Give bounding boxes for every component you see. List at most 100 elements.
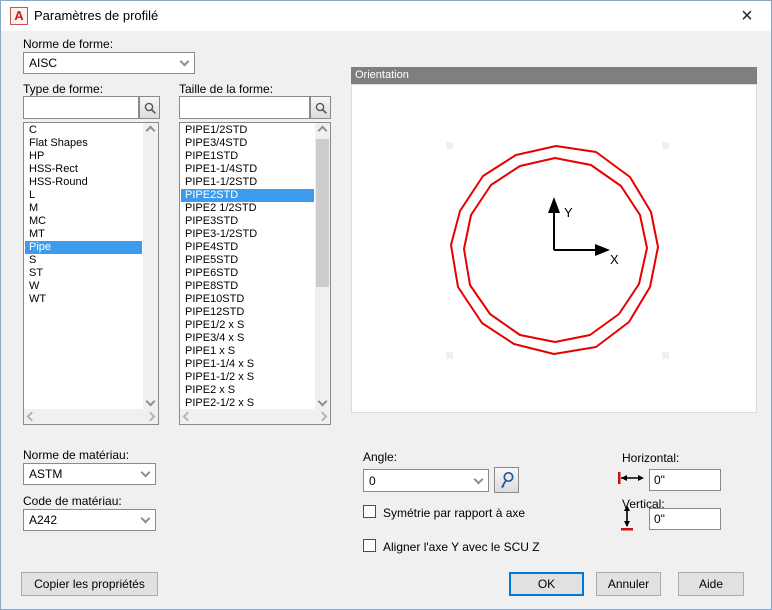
orientation-preview: Y X [351, 84, 757, 413]
copy-properties-button[interactable]: Copier les propriétés [21, 572, 158, 596]
shape-size-list: PIPE1/2STD PIPE3/4STD PIPE1STD PIPE1-1/4STD… [179, 122, 331, 425]
x-axis-arrow-icon [595, 244, 610, 256]
orientation-panel-header: Orientation [351, 67, 757, 84]
search-icon [315, 102, 327, 114]
horizontal-offset-input[interactable] [649, 469, 721, 491]
grip-square [662, 352, 669, 359]
scroll-down-icon[interactable] [145, 396, 156, 407]
search-icon [144, 102, 156, 114]
list-item[interactable]: PIPE3/4STD [181, 137, 314, 150]
horizontal-offset-label: Horizontal: [622, 451, 680, 465]
grip-square [662, 142, 669, 149]
list-item[interactable]: ST [25, 267, 142, 280]
shape-standard-label: Norme de forme: [23, 37, 114, 51]
pick-angle-button[interactable] [494, 467, 519, 493]
list-item[interactable]: C [25, 124, 142, 137]
horizontal-offset-icon [618, 472, 644, 484]
list-item[interactable]: PIPE1-1/2STD [181, 176, 314, 189]
list-item[interactable]: PIPE2 1/2STD [181, 202, 314, 215]
list-item[interactable]: PIPE5STD [181, 254, 314, 267]
material-standard-dropdown[interactable]: ASTM [23, 463, 156, 485]
scroll-down-icon[interactable] [317, 396, 328, 407]
y-axis-label: Y [564, 205, 573, 220]
chevron-down-icon [473, 474, 484, 484]
shape-size-items: PIPE1/2STD PIPE3/4STD PIPE1STD PIPE1-1/4STD… [181, 124, 314, 408]
list-item[interactable]: PIPE3STD [181, 215, 314, 228]
shape-type-horizontal-scrollbar[interactable] [24, 409, 158, 424]
shape-type-vertical-scrollbar[interactable] [143, 123, 158, 409]
material-standard-value: ASTM [29, 467, 63, 481]
close-icon[interactable]: × [735, 4, 759, 28]
grip-square [446, 352, 453, 359]
list-item[interactable]: Flat Shapes [25, 137, 142, 150]
autocad-app-icon: A [10, 7, 28, 25]
shape-size-label: Taille de la forme: [179, 82, 274, 96]
shape-type-search-button[interactable] [139, 96, 160, 119]
list-item[interactable]: MC [25, 215, 142, 228]
list-item[interactable]: PIPE4STD [181, 241, 314, 254]
vertical-offset-input[interactable] [649, 508, 721, 530]
list-item[interactable]: PIPE1STD [181, 150, 314, 163]
material-code-value: A242 [29, 513, 58, 527]
pick-angle-icon [501, 471, 514, 488]
vertical-offset-icon [621, 505, 633, 531]
y-axis-arrow-icon [548, 197, 560, 213]
list-item[interactable]: PIPE1/2STD [181, 124, 314, 137]
title-bar: A Paramètres de profilé × [1, 1, 771, 31]
list-item[interactable]: PIPE1-1/4 x S [181, 358, 314, 371]
shape-size-search-button[interactable] [310, 96, 331, 119]
list-item[interactable]: M [25, 202, 142, 215]
help-button[interactable]: Aide [678, 572, 744, 596]
list-item[interactable]: PIPE1-1/4STD [181, 163, 314, 176]
list-item[interactable]: PIPE3-1/2STD [181, 228, 314, 241]
list-item[interactable]: PIPE2STD [181, 189, 314, 202]
list-item[interactable]: PIPE12STD [181, 306, 314, 319]
shape-size-filter-input[interactable] [179, 96, 310, 119]
align-y-ucs-checkbox[interactable] [363, 539, 376, 552]
grip-square [446, 142, 453, 149]
shape-size-horizontal-scrollbar[interactable] [180, 409, 330, 424]
cancel-button[interactable]: Annuler [596, 572, 661, 596]
ok-button[interactable]: OK [509, 572, 584, 596]
mirror-axis-checkbox[interactable] [363, 505, 376, 518]
list-item[interactable]: L [25, 189, 142, 202]
scroll-right-icon[interactable] [317, 411, 328, 422]
dialog-title: Paramètres de profilé [34, 8, 159, 23]
list-item[interactable]: PIPE1/2 x S [181, 319, 314, 332]
list-item[interactable]: Pipe [25, 241, 142, 254]
list-item[interactable]: W [25, 280, 142, 293]
scrollbar-thumb[interactable] [316, 139, 329, 287]
material-standard-label: Norme de matériau: [23, 448, 130, 462]
list-item[interactable]: PIPE1 x S [181, 345, 314, 358]
shape-type-filter-input[interactable] [23, 96, 139, 119]
list-item[interactable]: HP [25, 150, 142, 163]
list-item[interactable]: PIPE2-1/2 x S [181, 397, 314, 408]
scroll-left-icon[interactable] [182, 411, 193, 422]
angle-dropdown[interactable]: 0 [363, 469, 489, 492]
list-item[interactable]: PIPE10STD [181, 293, 314, 306]
angle-value: 0 [369, 473, 376, 488]
material-code-dropdown[interactable]: A242 [23, 509, 156, 531]
shape-type-list: C Flat Shapes HP HSS-Rect HSS-Round L M MC MT Pip… [23, 122, 159, 425]
scroll-up-icon[interactable] [317, 125, 328, 136]
scroll-right-icon[interactable] [145, 411, 156, 422]
shape-type-items: C Flat Shapes HP HSS-Rect HSS-Round L M MC MT Pip… [25, 124, 142, 408]
list-item[interactable]: PIPE6STD [181, 267, 314, 280]
shape-type-label: Type de forme: [23, 82, 104, 96]
list-item[interactable]: MT [25, 228, 142, 241]
list-item[interactable]: PIPE2 x S [181, 384, 314, 397]
scroll-left-icon[interactable] [26, 411, 37, 422]
scroll-up-icon[interactable] [145, 125, 156, 136]
list-item[interactable]: HSS-Round [25, 176, 142, 189]
material-code-label: Code de matériau: [23, 494, 122, 508]
chevron-down-icon [140, 513, 151, 524]
list-item[interactable]: PIPE1-1/2 x S [181, 371, 314, 384]
list-item[interactable]: WT [25, 293, 142, 306]
shape-standard-dropdown[interactable]: AISC [23, 52, 195, 74]
list-item[interactable]: PIPE3/4 x S [181, 332, 314, 345]
shape-standard-value: AISC [29, 56, 58, 70]
list-item[interactable]: HSS-Rect [25, 163, 142, 176]
list-item[interactable]: S [25, 254, 142, 267]
mirror-axis-checkbox-label: Symétrie par rapport à axe [383, 506, 526, 520]
list-item[interactable]: PIPE8STD [181, 280, 314, 293]
